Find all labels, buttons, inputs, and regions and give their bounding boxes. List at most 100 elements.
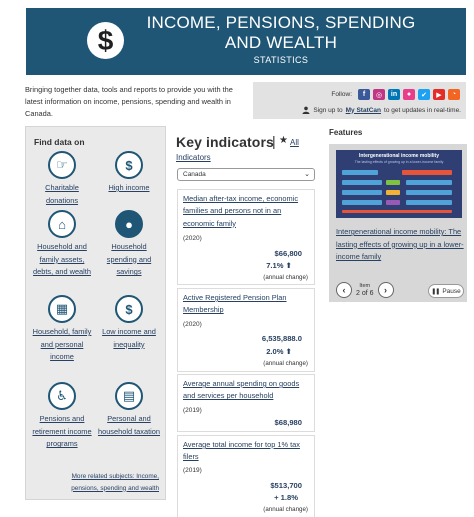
indicator-change: 7.1% ⬆ (266, 261, 292, 270)
carousel-item-count: 2 of 6 (356, 290, 374, 297)
indicator-change: 2.0% ⬆ (266, 347, 292, 356)
subject-household-spending[interactable]: ● Household spending and savings (97, 210, 161, 279)
subject-label[interactable]: Charitable donations (30, 182, 94, 207)
more-link-line1[interactable]: More related subjects: Income, (34, 471, 159, 483)
infographic-bar (386, 180, 400, 185)
geography-select[interactable]: Canada ⌄ (177, 168, 315, 181)
indicator-card: Active Registered Pension Plan Membershi… (177, 288, 315, 372)
follow-label: Follow: (331, 91, 352, 98)
flickr-icon[interactable]: ● (403, 89, 415, 100)
instagram-icon[interactable]: ◎ (373, 89, 385, 100)
indicator-card: Average total income for top 1% tax file… (177, 435, 315, 517)
pause-label: Pause (442, 287, 461, 295)
subject-low-income[interactable]: $ Low income and inequality (97, 295, 161, 351)
feature-infographic-image[interactable]: Intergenerational income mobility The la… (336, 150, 462, 218)
carousel-controls: ‹ Item 2 of 6 › (336, 282, 394, 298)
subject-label[interactable]: High income (97, 182, 161, 195)
subject-pensions[interactable]: ♿ Pensions and retirement income program… (30, 382, 94, 451)
indicator-name-link[interactable]: Average total income for top 1% tax file… (183, 439, 310, 464)
youtube-icon[interactable]: ▶ (433, 89, 445, 100)
features-title: Features (329, 128, 363, 137)
indicator-value: $513,700 (270, 481, 302, 490)
page-subtitle: STATISTICS (253, 55, 309, 65)
feature-caption-link[interactable]: Intergenerational income mobility: The l… (336, 226, 464, 264)
subject-label[interactable]: Personal and household taxation (97, 413, 161, 438)
dollar-icon: $ (87, 22, 124, 59)
indicator-name-link[interactable]: Active Registered Pension Plan Membershi… (183, 292, 310, 317)
signup-suffix: to get updates in real-time. (384, 106, 461, 114)
facebook-icon[interactable]: f (358, 89, 370, 100)
find-data-title: Find data on (34, 137, 85, 147)
indicator-name-link[interactable]: Average annual spending on goods and ser… (183, 378, 310, 403)
twitter-icon[interactable]: ✔ (418, 89, 430, 100)
page-banner: $ INCOME, PENSIONS, SPENDING AND WEALTH … (26, 8, 466, 75)
subject-label[interactable]: Household and family assets, debts, and … (30, 241, 94, 279)
chevron-left-icon[interactable]: ‹ (336, 282, 352, 298)
infographic-bar (342, 170, 378, 175)
signup-prefix: Sign up to (313, 106, 343, 114)
indicator-change-label: (annual change) (263, 506, 308, 513)
page-title-line2: AND WEALTH (224, 33, 338, 52)
indicator-card: Median after-tax income, economic famili… (177, 189, 315, 285)
more-link-line2[interactable]: pensions, spending and wealth (34, 483, 159, 495)
follow-box: Follow: f ◎ in ● ✔ ▶ ◔ Sign up to My Sta… (253, 82, 466, 119)
more-related-subjects-link[interactable]: More related subjects: Income, pensions,… (34, 471, 159, 494)
indicator-change-label: (annual change) (263, 274, 308, 281)
infographic-bar (386, 190, 400, 195)
subject-label[interactable]: Household, family and personal income (30, 326, 94, 364)
all-indicators-link[interactable]: All (290, 138, 299, 147)
title-separator: | (272, 133, 276, 149)
subject-taxation[interactable]: ▤ Personal and household taxation (97, 382, 161, 438)
subject-charitable-donations[interactable]: ☞ Charitable donations (30, 151, 94, 207)
subject-label[interactable]: Household spending and savings (97, 241, 161, 279)
subject-household-assets[interactable]: ⌂ Household and family assets, debts, an… (30, 210, 94, 279)
linkedin-icon[interactable]: in (388, 89, 400, 100)
indicator-value: $68,980 (274, 418, 302, 427)
dollar-icon: $ (115, 151, 143, 179)
indicator-name-link[interactable]: Median after-tax income, economic famili… (183, 193, 310, 230)
indicator-change-label: (annual change) (263, 360, 308, 367)
infographic-bar (406, 180, 452, 185)
infographic-bar (342, 200, 382, 205)
infographic-title: Intergenerational income mobility (358, 153, 439, 159)
infographic-bar (342, 180, 382, 185)
infographic-subtitle: The lasting effects of growing up in a l… (354, 160, 444, 164)
subject-household-income[interactable]: ▦ Household, family and personal income (30, 295, 94, 364)
indicator-value: $66,800 (274, 249, 302, 258)
indicator-year: (2019) (183, 467, 202, 474)
carousel-item-indicator: Item 2 of 6 (356, 283, 374, 297)
my-statcan-link[interactable]: My StatCan (346, 107, 381, 114)
piggy-bank-icon: ● (115, 210, 143, 238)
arrow-up-icon: ⬆ (285, 261, 292, 270)
subject-label[interactable]: Pensions and retirement income programs (30, 413, 94, 451)
svg-text:$: $ (98, 25, 114, 56)
intro-text: Bringing together data, tools and report… (25, 85, 233, 118)
arrow-up-icon: ⬆ (285, 347, 292, 356)
house-icon: ⌂ (48, 210, 76, 238)
infographic-bar (342, 210, 452, 213)
family-income-icon: ▦ (48, 295, 76, 323)
pause-button[interactable]: ❚❚ Pause (428, 284, 464, 298)
infographic-bar (406, 200, 452, 205)
pause-icon: ❚❚ (431, 288, 440, 295)
infographic-bar (342, 190, 382, 195)
geography-select-value: Canada (183, 171, 206, 178)
infographic-bar (402, 170, 452, 175)
key-indicators-title: Key indicators (176, 134, 274, 150)
features-carousel: Intergenerational income mobility The la… (329, 144, 467, 302)
indicator-change: + 1.8% (274, 493, 298, 502)
indicator-year: (2020) (183, 321, 202, 328)
carousel-item-label: Item (359, 283, 371, 289)
donation-hand-icon: ☞ (48, 151, 76, 179)
indicator-change-value: 7.1% (266, 261, 284, 270)
low-income-icon: $ (115, 295, 143, 323)
chevron-right-icon[interactable]: › (377, 282, 394, 298)
subject-label[interactable]: Low income and inequality (97, 326, 161, 351)
page-title-line1: INCOME, PENSIONS, SPENDING (146, 13, 416, 32)
subject-high-income[interactable]: $ High income (97, 151, 161, 195)
indicator-card: Average annual spending on goods and ser… (177, 374, 315, 432)
indicator-year: (2020) (183, 235, 202, 242)
rss-icon[interactable]: ◔ (448, 89, 460, 100)
find-data-panel: Find data on ☞ Charitable donations $ Hi… (25, 126, 166, 500)
indicators-link[interactable]: Indicators (176, 153, 211, 162)
